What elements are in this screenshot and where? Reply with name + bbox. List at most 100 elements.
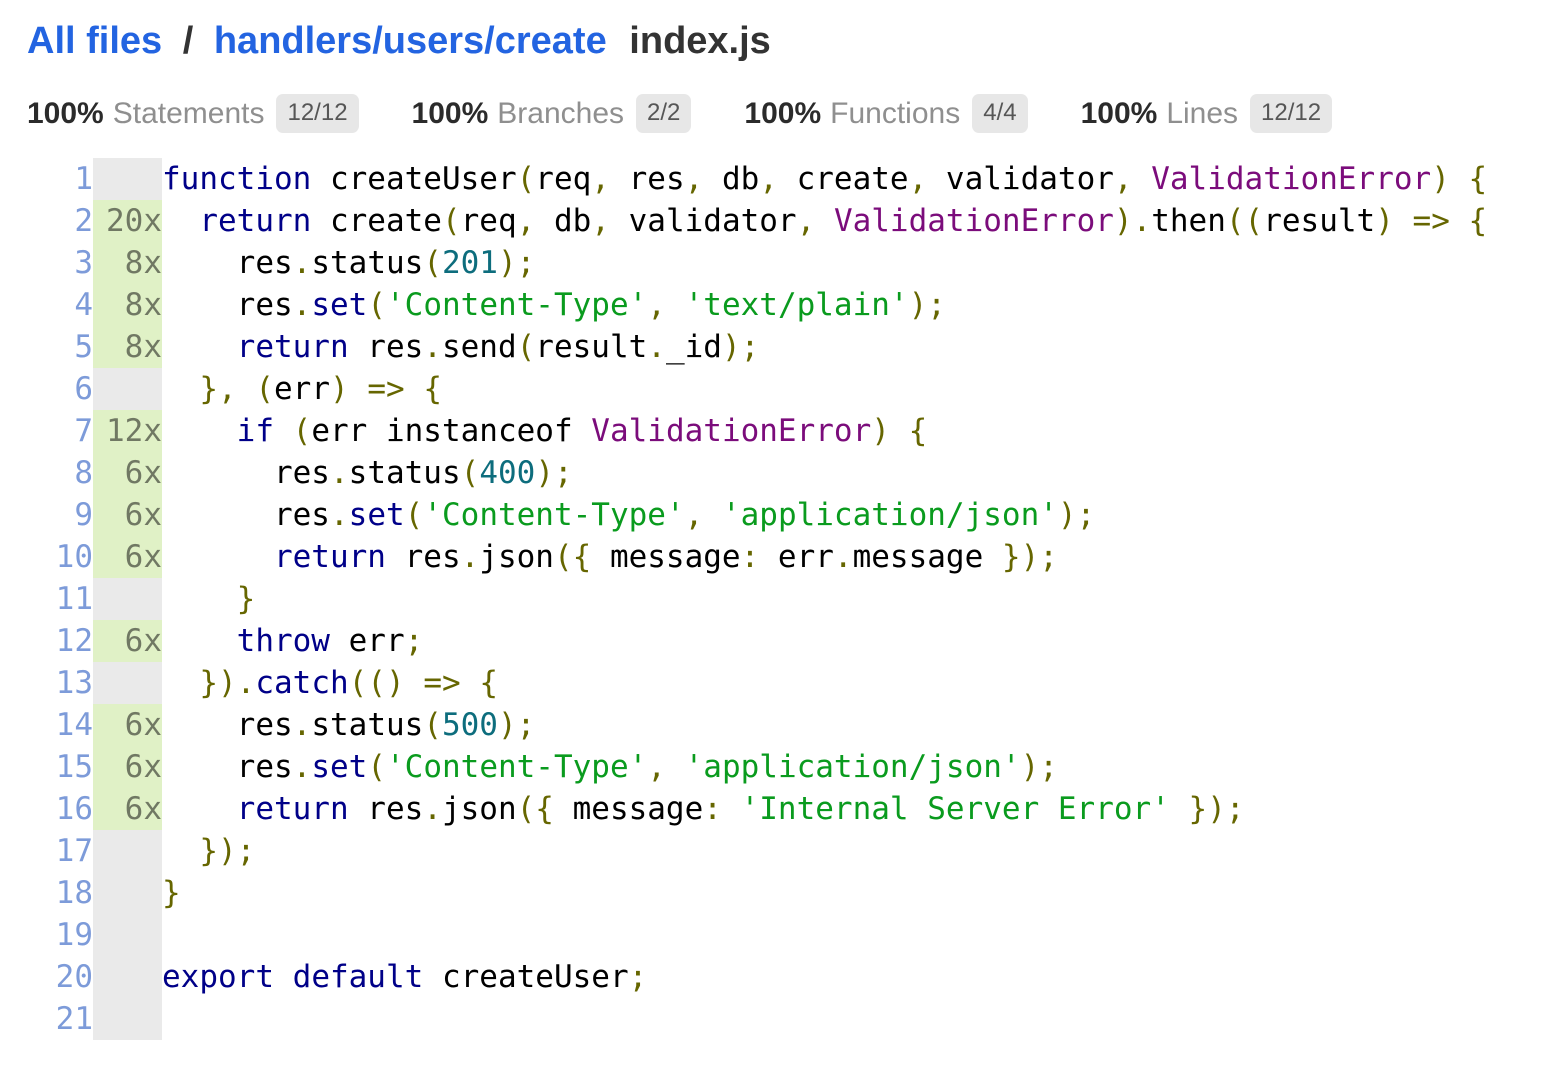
line-number-link[interactable]: 20 (56, 959, 93, 995)
line-number-link[interactable]: 11 (56, 581, 93, 617)
code-line: 3 8x res.status(201); (27, 242, 1487, 284)
stat-percentage: 100% (744, 96, 822, 130)
line-number-link[interactable]: 6 (74, 371, 93, 407)
line-hit-count: 20x (93, 200, 162, 242)
line-hit-count: 6x (93, 788, 162, 830)
line-number-link[interactable]: 16 (56, 791, 93, 827)
line-number-link[interactable]: 13 (56, 665, 93, 701)
line-number-link[interactable]: 17 (56, 833, 93, 869)
code-line-text: res.set('Content-Type', 'text/plain'); (162, 287, 946, 323)
line-number-link[interactable]: 8 (74, 455, 93, 491)
code-line-text: res.status(500); (162, 707, 536, 743)
stat-label: Statements (112, 96, 265, 130)
line-number-link[interactable]: 1 (74, 161, 93, 197)
stat-lines: 100% Lines 12/12 (1081, 94, 1333, 133)
line-number-link[interactable]: 12 (56, 623, 93, 659)
line-hit-count: 6x (93, 746, 162, 788)
breadcrumb-separator: / (182, 20, 194, 62)
code-line: 20 export default createUser; (27, 956, 1487, 998)
line-hit-count: 6x (93, 536, 162, 578)
line-hit-count: 6x (93, 494, 162, 536)
code-line-text: res.set('Content-Type', 'application/jso… (162, 749, 1058, 785)
line-hit-count (93, 662, 162, 704)
code-table: 1 function createUser(req, res, db, creat… (27, 158, 1487, 1040)
code-line: 18} (27, 872, 1487, 914)
file-name: index.js (629, 20, 771, 62)
breadcrumb-all-files-link[interactable]: All files (27, 20, 162, 62)
code-line-text: return res.json({ message: err.message }… (273, 539, 1058, 575)
breadcrumb: All files / handlers/users/create index.… (27, 20, 1553, 63)
line-number-link[interactable]: 18 (56, 875, 93, 911)
stat-branches: 100% Branches 2/2 (412, 94, 692, 133)
code-line-text: function createUser(req, res, db, create… (162, 161, 1488, 197)
stat-functions: 100% Functions 4/4 (744, 94, 1028, 133)
code-line: 1 function createUser(req, res, db, creat… (27, 158, 1487, 200)
code-line: 6 }, (err) => { (27, 368, 1487, 410)
code-line: 14 6x res.status(500); (27, 704, 1487, 746)
code-line: 2 20x return create(req, db, validator, V… (27, 200, 1487, 242)
line-number-link[interactable]: 3 (74, 245, 93, 281)
code-line: 17 }); (27, 830, 1487, 872)
code-line-text (162, 998, 1487, 1040)
line-number-link[interactable]: 9 (74, 497, 93, 533)
stat-percentage: 100% (1080, 96, 1158, 130)
line-number-link[interactable]: 21 (56, 1001, 93, 1037)
coverage-report-page: All files / handlers/users/create index.… (0, 0, 1553, 1080)
line-number-link[interactable]: 10 (56, 539, 93, 575)
code-line: 4 8x res.set('Content-Type', 'text/plain'… (27, 284, 1487, 326)
line-number-link[interactable]: 7 (74, 413, 93, 449)
line-hit-count (93, 998, 162, 1040)
line-hit-count (93, 578, 162, 620)
line-hit-count: 6x (93, 704, 162, 746)
code-line: 7 12x if (err instanceof ValidationError)… (27, 410, 1487, 452)
line-hit-count: 12x (93, 410, 162, 452)
line-number-link[interactable]: 5 (74, 329, 93, 365)
code-line-text: } (162, 875, 181, 911)
stat-fraction-badge: 12/12 (276, 94, 359, 133)
line-hit-count (93, 368, 162, 410)
line-hit-count (93, 830, 162, 872)
code-line-text: throw err; (236, 623, 424, 659)
code-line-text (162, 914, 1487, 956)
code-line-text: res.status(201); (162, 245, 536, 281)
stat-fraction-badge: 2/2 (636, 94, 692, 133)
stat-label: Branches (497, 96, 625, 130)
stat-fraction-badge: 4/4 (972, 94, 1028, 133)
code-line-text: }, (err) => { (199, 371, 442, 407)
line-hit-count (93, 956, 162, 998)
code-line-text: res.set('Content-Type', 'application/jso… (162, 497, 1096, 533)
coverage-stats: 100% Statements 12/12 100% Branches 2/2 100% Fu… (27, 94, 1553, 133)
code-line: 10 6x return res.json({ message: err.mess… (27, 536, 1487, 578)
breadcrumb-dir-link[interactable]: handlers/users/create (214, 20, 607, 62)
line-hit-count: 6x (93, 620, 162, 662)
line-hit-count (93, 158, 162, 200)
line-hit-count (93, 872, 162, 914)
code-line: 5 8x return res.send(result._id); (27, 326, 1487, 368)
code-line-text: }); (199, 833, 256, 869)
stat-percentage: 100% (411, 96, 489, 130)
code-line: 16 6x return res.json({ message: 'Interna… (27, 788, 1487, 830)
code-line-text: } (236, 581, 256, 617)
code-line: 13 }).catch(() => { (27, 662, 1487, 704)
code-line-text: }).catch(() => { (199, 665, 498, 701)
code-line: 21 (27, 998, 1487, 1040)
line-hit-count: 8x (93, 242, 162, 284)
stat-percentage: 100% (27, 96, 104, 130)
line-number-link[interactable]: 4 (74, 287, 93, 323)
line-number-link[interactable]: 14 (56, 707, 93, 743)
code-line-text: res.status(400); (162, 455, 573, 491)
code-line: 12 6x throw err; (27, 620, 1487, 662)
code-line: 8 6x res.status(400); (27, 452, 1487, 494)
line-number-link[interactable]: 15 (56, 749, 93, 785)
stat-label: Functions (830, 96, 961, 130)
code-line-text: return res.json({ message: 'Internal Ser… (236, 791, 1245, 827)
stat-label: Lines (1166, 96, 1239, 130)
code-line: 11 } (27, 578, 1487, 620)
line-hit-count: 8x (93, 284, 162, 326)
line-hit-count: 8x (93, 326, 162, 368)
code-line-text: return create(req, db, validator, Valida… (199, 203, 1488, 239)
line-number-link[interactable]: 2 (74, 203, 93, 239)
code-line-text: if (err instanceof ValidationError) { (236, 413, 928, 449)
stat-statements: 100% Statements 12/12 (27, 94, 359, 133)
line-number-link[interactable]: 19 (56, 917, 93, 953)
